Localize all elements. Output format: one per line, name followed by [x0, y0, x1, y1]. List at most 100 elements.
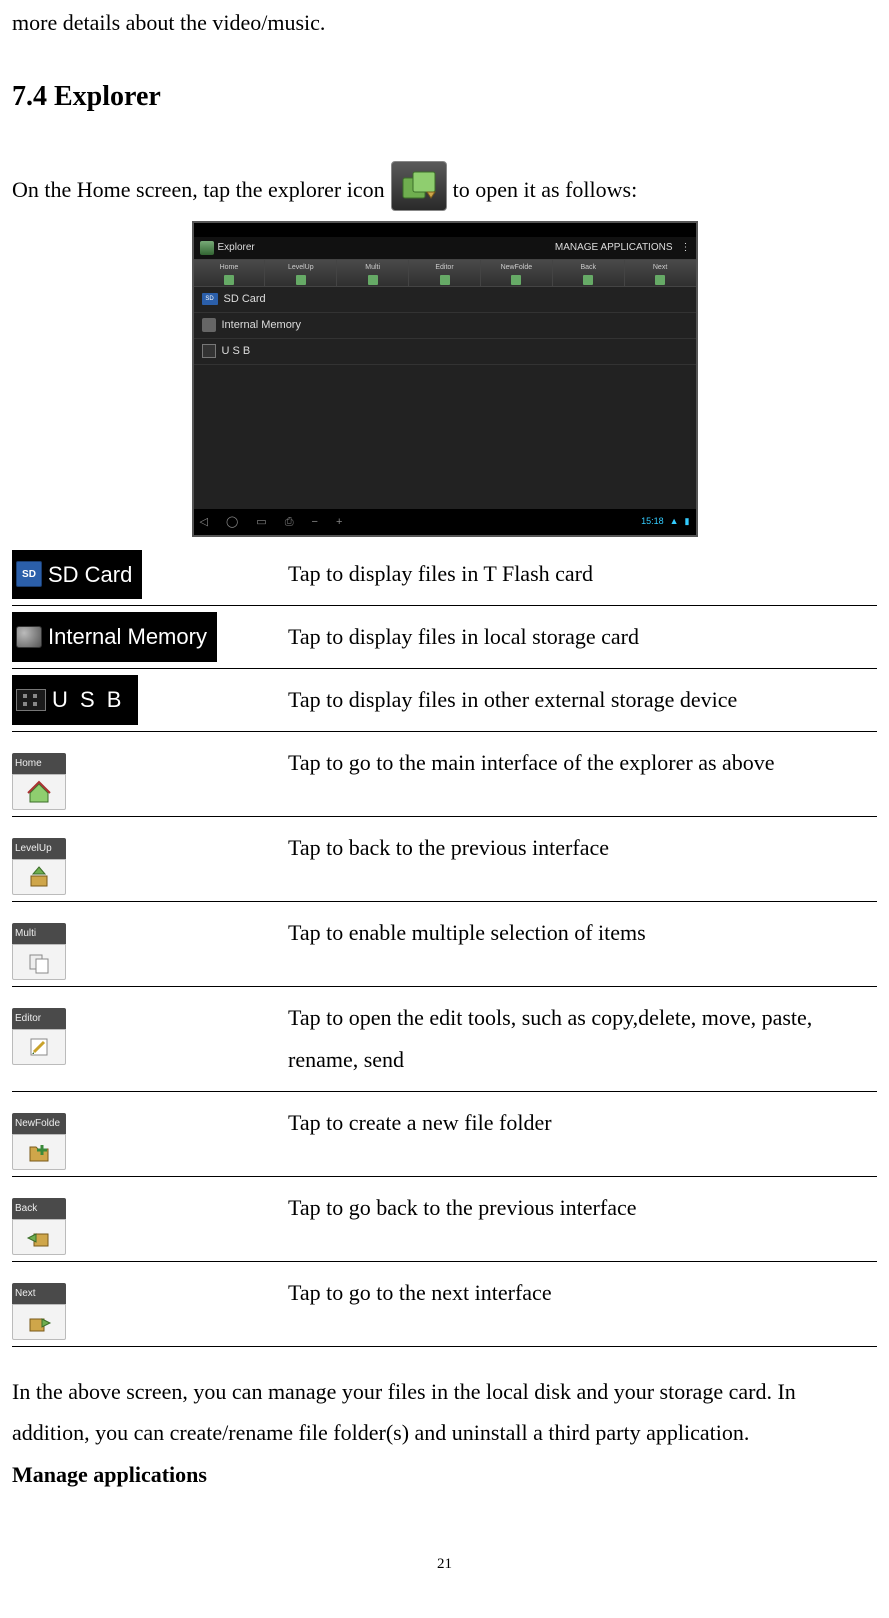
desc-cell: Tap to display files in other external s… — [288, 669, 877, 732]
ss-nav-icons: ◁ ◯ ▭ ⎙ − + — [200, 512, 343, 533]
ss-tool-levelup: LevelUp — [265, 260, 337, 286]
icon-caption: NewFolde — [12, 1113, 66, 1134]
table-row: Internal Memory Tap to display files in … — [12, 606, 877, 669]
table-row: SD SD Card Tap to display files in T Fla… — [12, 543, 877, 606]
explorer-screenshot: Explorer MANAGE APPLICATIONS ⋮ Home Leve… — [192, 221, 698, 537]
closing-block: In the above screen, you can manage your… — [12, 1371, 877, 1496]
internal-memory-chip: Internal Memory — [12, 612, 217, 662]
row-desc: Tap to display files in other external s… — [288, 687, 737, 712]
closing-text-2: Manage applications — [12, 1462, 207, 1487]
chip-label: SD Card — [48, 554, 132, 596]
wifi-icon: ▲ — [670, 513, 679, 530]
newfolder-button-icon: NewFolde — [12, 1113, 66, 1170]
intro-before: On the Home screen, tap the explorer ico… — [12, 169, 385, 211]
page-fragment-top: more details about the video/music. — [12, 0, 877, 44]
editor-button-icon: Editor — [12, 1008, 66, 1065]
desc-cell: Tap to create a new file folder — [288, 1091, 877, 1176]
multi-button-icon: Multi — [12, 923, 66, 980]
usb-icon — [202, 344, 216, 358]
ss-row-label: U S B — [222, 341, 251, 362]
table-row: Editor Tap to open the edit tools, such … — [12, 986, 877, 1091]
vol-up-icon: + — [336, 512, 342, 533]
ss-tool-label: NewFolde — [501, 261, 533, 274]
home-button-icon: Home — [12, 753, 66, 810]
icon-cell: Home — [12, 731, 288, 816]
ss-manage-apps: MANAGE APPLICATIONS ⋮ — [555, 238, 690, 257]
ss-tool-editor: Editor — [409, 260, 481, 286]
icon-cell: Editor — [12, 986, 288, 1091]
icon-cell: LevelUp — [12, 816, 288, 901]
intro-line: On the Home screen, tap the explorer ico… — [12, 161, 877, 211]
desc-cell: Tap to go back to the previous interface — [288, 1176, 877, 1261]
desc-cell: Tap to display files in T Flash card — [288, 543, 877, 606]
desc-cell: Tap to display files in local storage ca… — [288, 606, 877, 669]
ss-title: Explorer — [218, 238, 255, 257]
home-icon: ◯ — [226, 512, 238, 533]
ss-row-label: Internal Memory — [222, 315, 301, 336]
usb-icon — [16, 689, 46, 711]
table-row: Back Tap to go back to the previous inte… — [12, 1176, 877, 1261]
row-desc: Tap to enable multiple selection of item… — [288, 920, 646, 945]
ss-tool-label: Home — [220, 261, 239, 274]
ss-tool-home: Home — [194, 260, 266, 286]
table-row: U S B Tap to display files in other exte… — [12, 669, 877, 732]
desc-cell: Tap to enable multiple selection of item… — [288, 901, 877, 986]
ss-tool-label: LevelUp — [288, 261, 314, 274]
closing-paragraph: In the above screen, you can manage your… — [12, 1371, 877, 1455]
icon-cell: U S B — [12, 669, 288, 732]
explorer-app-icon — [391, 161, 447, 211]
ss-tool-next: Next — [625, 260, 696, 286]
table-row: Multi Tap to enable multiple selection o… — [12, 901, 877, 986]
ss-nav-bar: ◁ ◯ ▭ ⎙ − + 15:18 ▲ ▮ — [194, 509, 696, 535]
icon-caption: LevelUp — [12, 838, 66, 859]
icon-caption: Home — [12, 753, 66, 774]
desc-cell: Tap to go to the next interface — [288, 1261, 877, 1346]
desc-cell: Tap to back to the previous interface — [288, 816, 877, 901]
vol-down-icon: − — [312, 512, 318, 533]
back-button-icon: Back — [12, 1198, 66, 1255]
ss-clock-area: 15:18 ▲ ▮ — [641, 513, 689, 530]
icon-cell: Internal Memory — [12, 606, 288, 669]
drive-icon — [16, 626, 42, 648]
screenshot-icon: ⎙ — [285, 512, 294, 533]
table-row: NewFolde Tap to create a new file folder — [12, 1091, 877, 1176]
back-icon: ◁ — [200, 512, 208, 533]
table-row: Next Tap to go to the next interface — [12, 1261, 877, 1346]
section-heading-text: 7.4 Explorer — [12, 81, 161, 112]
icon-caption: Back — [12, 1198, 66, 1219]
top-fragment-text: more details about the video/music. — [12, 10, 325, 35]
ss-row-sd: SD SD Card — [194, 287, 696, 313]
ss-title-bar: Explorer MANAGE APPLICATIONS ⋮ — [194, 237, 696, 259]
row-desc: Tap to display files in local storage ca… — [288, 624, 639, 649]
page-number: 21 — [12, 1550, 877, 1579]
ss-manage-label: MANAGE APPLICATIONS — [555, 238, 673, 257]
row-desc: Tap to go back to the previous interface — [288, 1195, 637, 1220]
ss-tool-label: Editor — [435, 261, 453, 274]
chip-label: U S B — [52, 679, 124, 721]
ss-list: SD SD Card Internal Memory U S B — [194, 287, 696, 509]
ss-status-bar — [194, 223, 696, 237]
ss-tool-multi: Multi — [337, 260, 409, 286]
icon-description-table: SD SD Card Tap to display files in T Fla… — [12, 543, 877, 1347]
levelup-button-icon: LevelUp — [12, 838, 66, 895]
sd-card-chip: SD SD Card — [12, 550, 142, 600]
icon-cell: Multi — [12, 901, 288, 986]
icon-caption: Multi — [12, 923, 66, 944]
icon-cell: SD SD Card — [12, 543, 288, 606]
ss-row-usb: U S B — [194, 339, 696, 365]
row-desc: Tap to go to the next interface — [288, 1280, 552, 1305]
ss-app-icon — [200, 241, 214, 255]
usb-chip: U S B — [12, 675, 138, 725]
chip-label: Internal Memory — [48, 616, 207, 658]
battery-icon: ▮ — [685, 513, 690, 530]
row-desc: Tap to create a new file folder — [288, 1110, 552, 1135]
ss-menu-icon: ⋮ — [681, 238, 690, 257]
ss-tool-back: Back — [553, 260, 625, 286]
icon-cell: Next — [12, 1261, 288, 1346]
section-heading: 7.4 Explorer — [12, 70, 877, 123]
icon-cell: Back — [12, 1176, 288, 1261]
closing-subheading: Manage applications — [12, 1454, 877, 1496]
desc-cell: Tap to go to the main interface of the e… — [288, 731, 877, 816]
table-row: LevelUp Tap to back to the previous inte… — [12, 816, 877, 901]
icon-cell: NewFolde — [12, 1091, 288, 1176]
